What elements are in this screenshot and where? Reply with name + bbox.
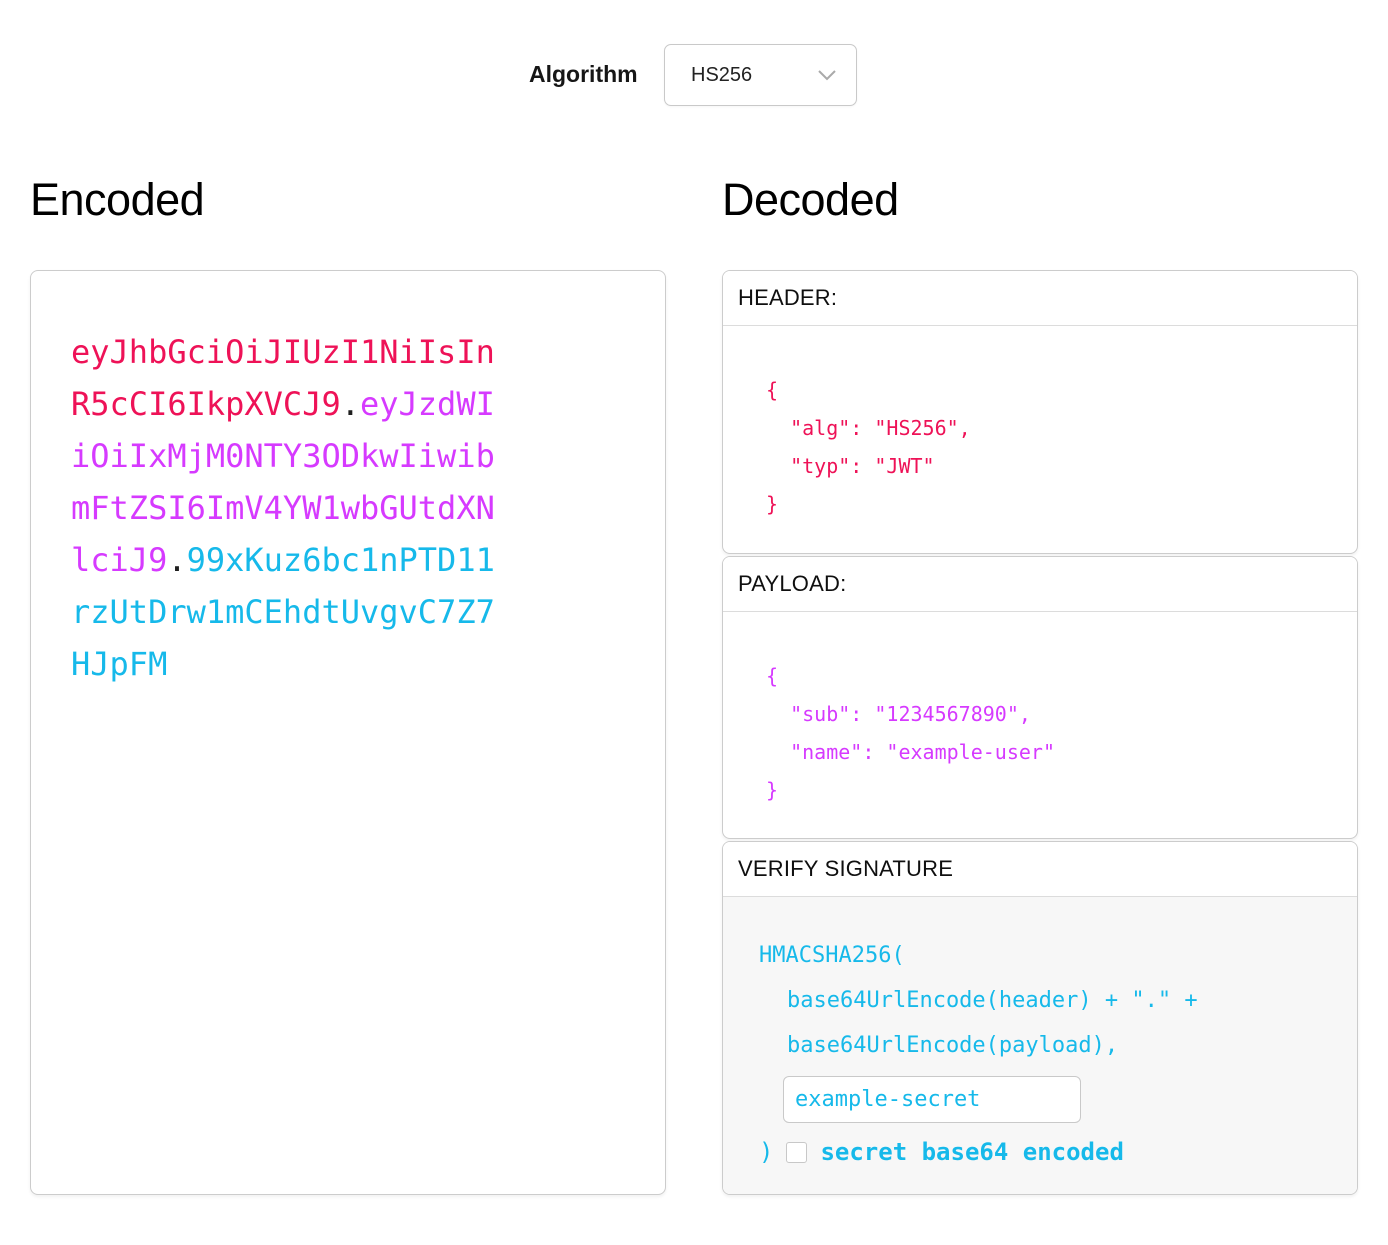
- encoded-token-editor[interactable]: eyJhbGciOiJIUzI1NiIsInR5cCI6IkpXVCJ9.eyJ…: [71, 326, 503, 690]
- secret-base64-checkbox[interactable]: [786, 1142, 807, 1163]
- payload-section-label: PAYLOAD:: [723, 557, 1357, 612]
- algorithm-label: Algorithm: [529, 61, 638, 88]
- secret-base64-checkbox-label[interactable]: secret base64 encoded: [820, 1138, 1123, 1166]
- hmac-code-line-2: base64UrlEncode(header) + "." +: [787, 978, 1357, 1023]
- secret-input[interactable]: [783, 1076, 1081, 1123]
- encoded-token-panel: eyJhbGciOiJIUzI1NiIsInR5cCI6IkpXVCJ9.eyJ…: [30, 270, 666, 1195]
- decoded-payload-section: PAYLOAD: { "sub": "1234567890", "name": …: [722, 556, 1358, 839]
- jwt-debugger: Algorithm HS256 Encoded Decoded eyJhbGci…: [0, 0, 1388, 1245]
- header-section-label: HEADER:: [723, 271, 1357, 326]
- token-separator: .: [341, 385, 360, 423]
- decoded-title: Decoded: [722, 174, 899, 226]
- verify-signature-body: HMACSHA256( base64UrlEncode(header) + ".…: [723, 897, 1357, 1195]
- encoded-title: Encoded: [30, 174, 204, 226]
- chevron-down-icon: [818, 70, 836, 81]
- algorithm-selected-value: HS256: [691, 64, 752, 87]
- payload-json-editor[interactable]: { "sub": "1234567890", "name": "example-…: [766, 657, 1357, 809]
- hmac-code-line-3: base64UrlEncode(payload),: [787, 1023, 1357, 1068]
- hmac-close-paren: ): [759, 1140, 773, 1164]
- token-separator: .: [167, 541, 186, 579]
- verify-signature-section: VERIFY SIGNATURE HMACSHA256( base64UrlEn…: [722, 841, 1358, 1195]
- verify-signature-label: VERIFY SIGNATURE: [723, 842, 1357, 897]
- algorithm-select[interactable]: HS256: [664, 44, 857, 106]
- hmac-code-line-1: HMACSHA256(: [759, 933, 1357, 978]
- decoded-header-section: HEADER: { "alg": "HS256", "typ": "JWT" }: [722, 270, 1358, 554]
- header-json-editor[interactable]: { "alg": "HS256", "typ": "JWT" }: [766, 371, 1357, 523]
